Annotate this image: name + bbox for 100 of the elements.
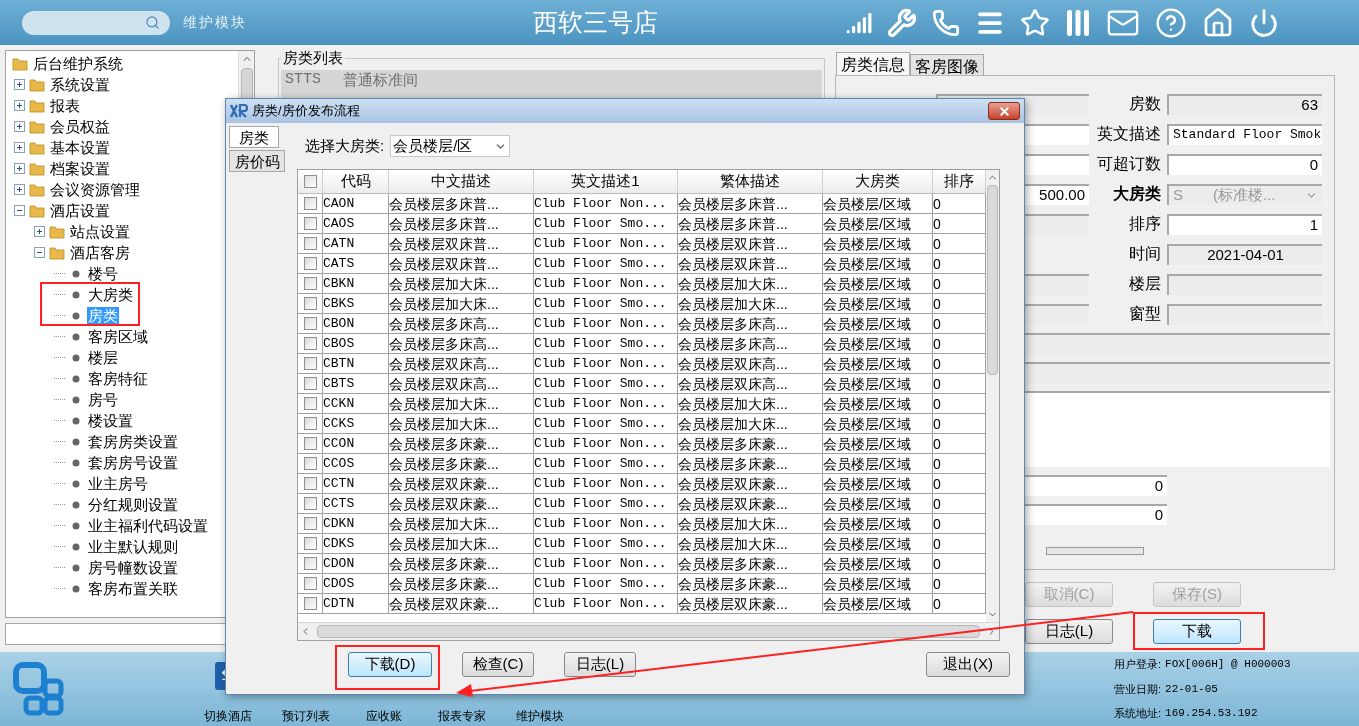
nav-item[interactable]: 报表专家 [438, 707, 486, 725]
collapse-icon[interactable] [14, 205, 25, 216]
button[interactable]: 日志(L) [564, 652, 636, 677]
input-field[interactable] [1167, 303, 1322, 325]
expand-icon[interactable] [34, 226, 45, 237]
scrollbar[interactable] [298, 622, 999, 640]
tree-item[interactable]: 房号幢数设置 [87, 558, 179, 577]
expand-icon[interactable] [14, 184, 25, 195]
checkbox[interactable] [303, 237, 317, 250]
tree-item[interactable]: 业主福利代码设置 [87, 516, 209, 535]
nav-item[interactable]: 切换酒店 [204, 707, 252, 725]
tree-item[interactable]: 业主房号 [87, 474, 149, 493]
splitter-handle[interactable] [1046, 547, 1144, 555]
scroll-thumb[interactable] [987, 185, 998, 375]
tree-item[interactable]: 系统设置 [49, 75, 111, 94]
checkbox[interactable] [303, 477, 317, 490]
tree-item[interactable]: 楼设置 [87, 411, 134, 430]
tab[interactable]: 房价码 [229, 150, 285, 172]
checkbox[interactable] [303, 197, 317, 210]
column-header[interactable]: 繁体描述 [678, 170, 823, 193]
column-header[interactable]: 英文描述1 [534, 170, 678, 193]
button[interactable]: 下载 [1153, 619, 1241, 644]
checkbox[interactable] [303, 577, 317, 590]
checkbox[interactable] [303, 437, 317, 450]
checkbox[interactable] [303, 337, 317, 350]
column-header[interactable]: 中文描述 [389, 170, 534, 193]
checkbox[interactable] [303, 175, 317, 188]
star-icon[interactable] [1020, 7, 1050, 38]
tree-item[interactable]: 酒店设置 [49, 201, 111, 220]
column-header[interactable]: 大房类 [823, 170, 933, 193]
tab[interactable]: 客房图像 [910, 54, 984, 75]
nav-item[interactable]: 维护模块 [516, 707, 564, 725]
tree-item[interactable]: 房号 [87, 390, 119, 409]
phone-icon[interactable] [932, 8, 960, 37]
checkbox[interactable] [303, 457, 317, 470]
checkbox[interactable] [303, 417, 317, 430]
tree-item[interactable]: 套房房类设置 [87, 432, 179, 451]
tab[interactable]: 房类信息 [836, 52, 910, 75]
tree-item[interactable]: 客房特征 [87, 369, 149, 388]
home-icon[interactable] [1202, 6, 1234, 39]
button[interactable]: 日志(L) [1025, 619, 1113, 644]
columns-icon[interactable] [1065, 7, 1091, 38]
collapse-icon[interactable] [34, 247, 45, 258]
nav-item[interactable]: 应收账 [366, 707, 402, 725]
help-icon[interactable] [1155, 6, 1187, 39]
checkbox[interactable] [303, 597, 317, 610]
checkbox[interactable] [303, 277, 317, 290]
tree-item[interactable]: 档案设置 [49, 159, 111, 178]
checkbox[interactable] [303, 557, 317, 570]
tree-item[interactable]: 会议资源管理 [49, 180, 141, 199]
checkbox[interactable] [303, 297, 317, 310]
close-button[interactable] [988, 102, 1020, 120]
tools-icon[interactable] [887, 7, 917, 38]
dropdown[interactable]: 会员楼层/区 [390, 135, 511, 157]
checkbox[interactable] [303, 397, 317, 410]
input-field[interactable]: 2021-04-01 [1167, 243, 1322, 265]
checkbox[interactable] [303, 317, 317, 330]
expand-icon[interactable] [14, 79, 25, 90]
checkbox[interactable] [303, 537, 317, 550]
expand-icon[interactable] [14, 163, 25, 174]
scrollbar[interactable] [986, 170, 999, 622]
search-field[interactable] [22, 10, 170, 35]
tree-item[interactable]: 酒店客房 [69, 243, 131, 262]
checkbox[interactable] [303, 497, 317, 510]
tree-item[interactable]: 会员权益 [49, 117, 111, 136]
tree-item[interactable]: 后台维护系统 [32, 54, 124, 73]
expand-icon[interactable] [14, 121, 25, 132]
checkbox[interactable] [303, 377, 317, 390]
input-field[interactable]: 1 [1167, 213, 1322, 235]
tab[interactable]: 房类 [229, 126, 279, 148]
tree-item[interactable]: 套房房号设置 [87, 453, 179, 472]
input-field[interactable] [1167, 273, 1322, 295]
tree-item[interactable]: 报表 [49, 96, 81, 115]
input-field[interactable]: Standard Floor Smok [1167, 123, 1322, 145]
column-header[interactable]: 代码 [323, 170, 389, 193]
tree-item[interactable]: 楼号 [87, 264, 119, 283]
tree-item[interactable]: 分红规则设置 [87, 495, 179, 514]
nav-item[interactable]: 预订列表 [282, 707, 330, 725]
tree-item[interactable]: 站点设置 [69, 222, 131, 241]
button[interactable]: 退出(X) [926, 652, 1010, 677]
tree-item[interactable]: 客房区域 [87, 327, 149, 346]
expand-icon[interactable] [14, 142, 25, 153]
search-icon[interactable] [145, 15, 160, 30]
scroll-thumb[interactable] [317, 625, 980, 638]
input-field[interactable]: 63 [1167, 93, 1322, 115]
tree-item[interactable]: 楼层 [87, 348, 119, 367]
button[interactable]: 下载(D) [348, 652, 432, 677]
tree-item[interactable]: 客房布置关联 [87, 579, 179, 598]
power-icon[interactable] [1249, 7, 1279, 38]
input-field[interactable]: 0 [1167, 153, 1322, 175]
tree-item[interactable]: 业主默认规则 [87, 537, 179, 556]
checkbox[interactable] [303, 257, 317, 270]
checkbox[interactable] [303, 217, 317, 230]
checkbox[interactable] [303, 357, 317, 370]
expand-icon[interactable] [14, 100, 25, 111]
tree-item[interactable]: 大房类 [87, 285, 134, 304]
checkbox[interactable] [303, 517, 317, 530]
logo-icon[interactable] [12, 661, 66, 717]
button[interactable]: 检查(C) [462, 652, 534, 677]
tree-item[interactable]: 基本设置 [49, 138, 111, 157]
